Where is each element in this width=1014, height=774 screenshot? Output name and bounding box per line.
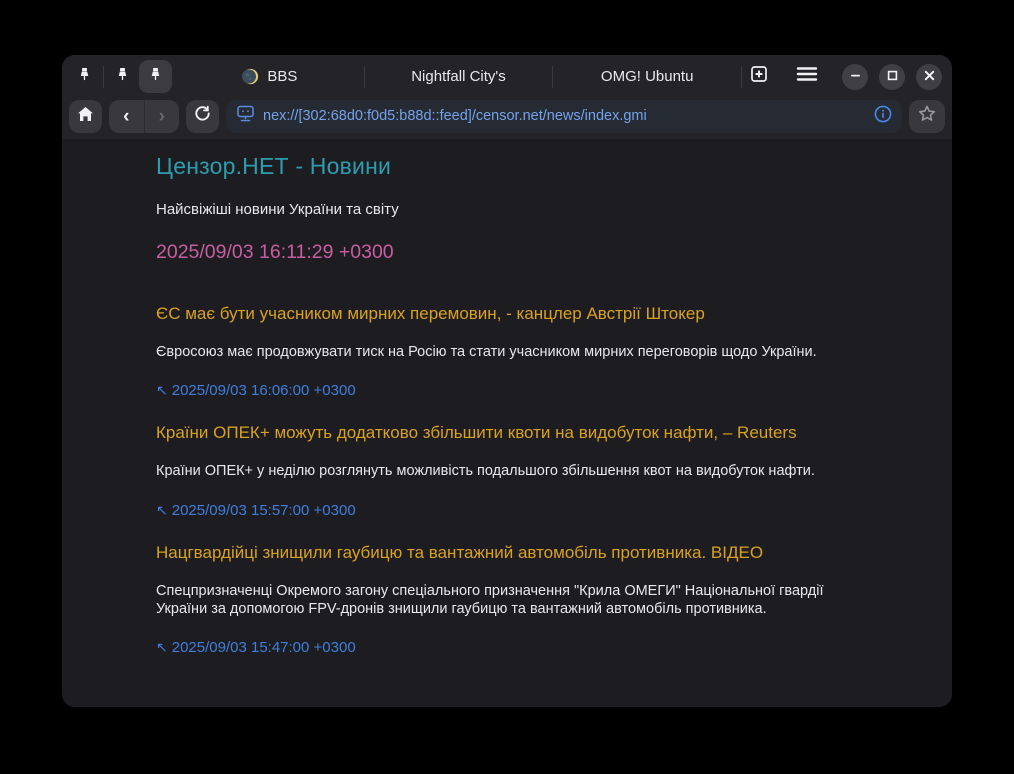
tabbar-divider — [103, 66, 104, 88]
pinned-tab-2[interactable] — [106, 60, 139, 93]
tab-label: Nightfall City's — [411, 68, 506, 85]
link-arrow-icon: ↖ — [156, 502, 168, 518]
page-content: Цензор.НЕТ - Новини Найсвіжіші новини Ук… — [62, 139, 952, 707]
page-info-icon[interactable] — [874, 105, 892, 128]
hamburger-icon — [796, 66, 818, 87]
minimize-button[interactable] — [842, 64, 868, 90]
feed-updated-timestamp: 2025/09/03 16:11:29 +0300 — [156, 241, 856, 264]
link-arrow-icon: ↖ — [156, 639, 168, 655]
bookmark-button[interactable] — [909, 100, 945, 133]
menu-button[interactable] — [790, 60, 824, 94]
link-arrow-icon: ↖ — [156, 382, 168, 398]
news-timestamp-link[interactable]: ↖2025/09/03 16:06:00 +0300 — [156, 382, 856, 399]
reload-button[interactable] — [186, 100, 219, 133]
news-item: ЄС має бути учасником мирних перемовин, … — [156, 304, 856, 399]
tab-bbs[interactable]: BBS — [176, 55, 364, 98]
page-title: Цензор.НЕТ - Новини — [156, 153, 856, 180]
news-title: Нацгвардійці знищили гаубицю та вантажни… — [156, 543, 856, 563]
star-icon — [918, 105, 936, 127]
forward-icon: › — [159, 107, 165, 126]
minimize-icon — [850, 68, 861, 86]
new-tab-button[interactable] — [742, 60, 776, 94]
news-link-label: 2025/09/03 16:06:00 +0300 — [172, 382, 356, 399]
moon-icon — [242, 68, 259, 85]
site-terminal-icon — [236, 105, 255, 128]
pin-icon — [77, 67, 92, 87]
browser-window: BBS Nightfall City's OMG! Ubuntu — [62, 55, 952, 707]
news-body: Євросоюз має продовжувати тиск на Росію … — [156, 343, 836, 361]
tab-omg-ubuntu[interactable]: OMG! Ubuntu — [553, 55, 741, 98]
tab-bar: BBS Nightfall City's OMG! Ubuntu — [62, 55, 952, 98]
tab-nightfall-citys[interactable]: Nightfall City's — [365, 55, 553, 98]
news-item: Нацгвардійці знищили гаубицю та вантажни… — [156, 543, 856, 657]
news-link-label: 2025/09/03 15:47:00 +0300 — [172, 639, 356, 656]
new-tab-icon — [749, 64, 769, 89]
close-button[interactable] — [916, 64, 942, 90]
maximize-icon — [887, 68, 898, 86]
back-icon: ‹ — [123, 107, 129, 126]
pin-icon — [148, 67, 163, 87]
url-text[interactable]: nex://[302:68d0:f0d5:b88d::feed]/censor.… — [263, 108, 866, 124]
tab-strip: BBS Nightfall City's OMG! Ubuntu — [176, 55, 742, 98]
news-title: ЄС має бути учасником мирних перемовин, … — [156, 304, 856, 324]
news-timestamp-link[interactable]: ↖2025/09/03 15:47:00 +0300 — [156, 639, 856, 656]
forward-button[interactable]: › — [145, 100, 180, 133]
pinned-tab-1[interactable] — [68, 60, 101, 93]
close-icon — [924, 68, 935, 86]
history-nav-group: ‹ › — [109, 100, 179, 133]
news-item: Країни ОПЕК+ можуть додатково збільшити … — [156, 423, 856, 518]
pin-icon — [115, 67, 130, 87]
tab-label: BBS — [267, 68, 297, 85]
reload-icon — [194, 105, 211, 127]
home-button[interactable] — [69, 100, 102, 133]
news-body: Спецпризначенці Окремого загону спеціаль… — [156, 582, 836, 619]
page-subtitle: Найсвіжіші новини України та світу — [156, 201, 856, 218]
news-link-label: 2025/09/03 15:57:00 +0300 — [172, 502, 356, 519]
url-bar[interactable]: nex://[302:68d0:f0d5:b88d::feed]/censor.… — [226, 100, 902, 133]
tab-label: OMG! Ubuntu — [601, 68, 694, 85]
home-icon — [77, 106, 94, 127]
news-body: Країни ОПЕК+ у неділю розглянуть можливі… — [156, 462, 836, 480]
news-title: Країни ОПЕК+ можуть додатково збільшити … — [156, 423, 856, 443]
back-button[interactable]: ‹ — [109, 100, 144, 133]
navigation-bar: ‹ › — [62, 98, 952, 139]
news-timestamp-link[interactable]: ↖2025/09/03 15:57:00 +0300 — [156, 502, 856, 519]
maximize-button[interactable] — [879, 64, 905, 90]
pinned-tab-3-active[interactable] — [139, 60, 172, 93]
